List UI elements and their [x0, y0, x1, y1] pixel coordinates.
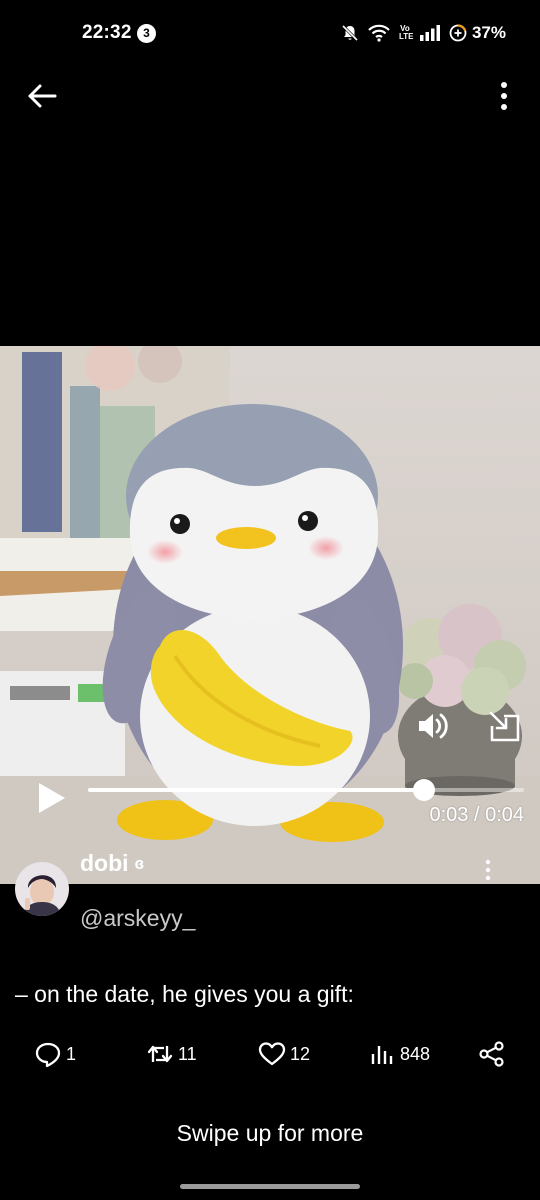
heart-icon — [258, 1042, 286, 1066]
views-bar-chart-icon — [371, 1046, 393, 1064]
mute-bell-icon — [341, 24, 359, 42]
status-time: 22:32 — [82, 22, 132, 43]
like-count: 12 — [290, 1043, 311, 1064]
more-options-button[interactable] — [492, 78, 516, 114]
notification-count-badge: 3 — [137, 24, 156, 43]
more-vertical-icon — [501, 82, 507, 110]
video-progress-fill — [88, 788, 424, 792]
share-button[interactable] — [478, 1038, 506, 1070]
volume-icon — [419, 713, 448, 739]
reply-count: 1 — [66, 1043, 77, 1064]
reply-icon — [35, 1042, 61, 1068]
back-button[interactable] — [24, 80, 60, 112]
battery-percent: 37% — [471, 23, 506, 42]
tweet-actions: 1 11 12 848 — [0, 1038, 540, 1070]
play-button[interactable] — [34, 780, 68, 816]
arrow-left-icon — [28, 84, 57, 108]
reply-button[interactable]: 1 — [34, 1038, 76, 1070]
like-button[interactable]: 12 — [258, 1038, 310, 1070]
tweet-video-viewer: 22:32 3 Vo LTE 37% 0:03 / 0:04 dobi ɞ @a… — [0, 0, 540, 1200]
wifi-icon — [368, 24, 390, 42]
volte-icon: Vo LTE — [398, 25, 414, 41]
author-name-row[interactable]: dobi ɞ — [80, 850, 144, 877]
author-name[interactable]: dobi — [80, 850, 129, 877]
signal-icon — [419, 25, 440, 41]
video-time-display: 0:03 / 0:04 — [429, 804, 524, 826]
status-bar: 22:32 3 Vo LTE 37% — [0, 0, 540, 64]
author-handle[interactable]: @arskeyy_ — [80, 905, 195, 932]
battery-saver-icon — [449, 24, 467, 42]
more-vertical-icon — [485, 859, 491, 881]
video-progress-bar[interactable] — [88, 779, 524, 801]
views-button[interactable]: 848 — [370, 1038, 430, 1070]
play-icon — [39, 783, 65, 813]
repost-button[interactable]: 11 — [146, 1038, 197, 1070]
author-name-emoji: ɞ — [134, 853, 145, 873]
avatar-image — [15, 862, 69, 916]
status-icons: Vo LTE 37% — [341, 20, 506, 46]
home-indicator[interactable] — [180, 1184, 360, 1189]
volte-bottom-label: LTE — [398, 32, 414, 41]
volume-button[interactable] — [414, 708, 450, 744]
expand-button[interactable] — [486, 708, 524, 746]
tweet-more-button[interactable] — [480, 858, 496, 882]
repost-count: 11 — [178, 1043, 197, 1064]
view-count: 848 — [400, 1043, 431, 1064]
author-avatar[interactable] — [15, 862, 69, 916]
share-icon — [479, 1041, 504, 1067]
expand-icon — [489, 711, 520, 742]
video-scrubber-thumb[interactable] — [412, 779, 435, 801]
tweet-text: – on the date, he gives you a gift: — [15, 981, 354, 1007]
swipe-up-hint: Swipe up for more — [176, 1120, 364, 1146]
repost-icon — [147, 1045, 173, 1063]
